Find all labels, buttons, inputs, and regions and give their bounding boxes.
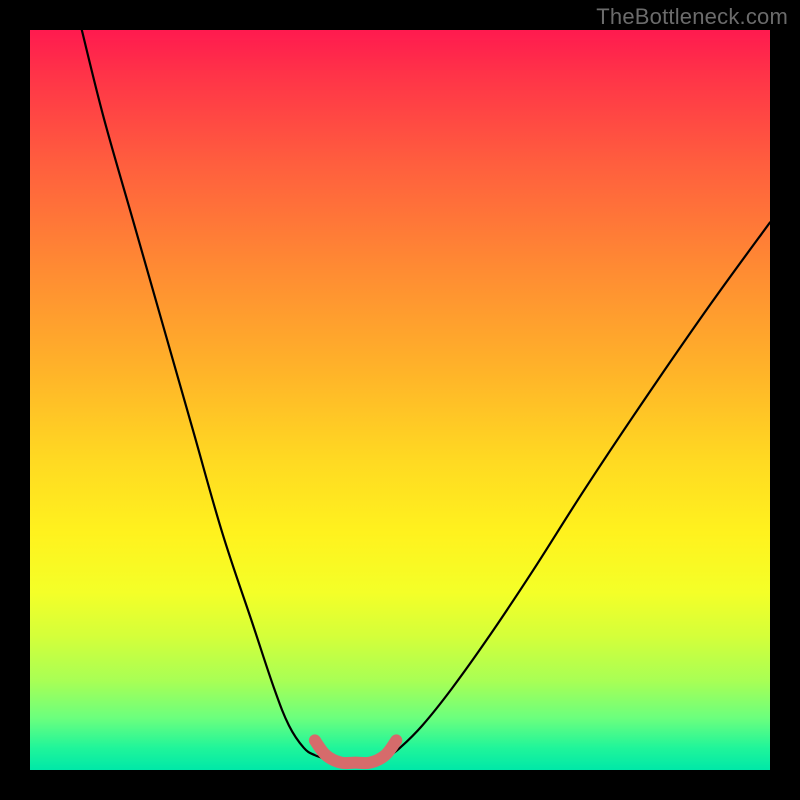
curve-layer: [30, 30, 770, 770]
right-curve: [385, 222, 770, 759]
left-curve: [82, 30, 326, 759]
plot-area: [30, 30, 770, 770]
valley-highlight: [315, 740, 396, 763]
watermark-text: TheBottleneck.com: [596, 4, 788, 30]
chart-frame: TheBottleneck.com: [0, 0, 800, 800]
